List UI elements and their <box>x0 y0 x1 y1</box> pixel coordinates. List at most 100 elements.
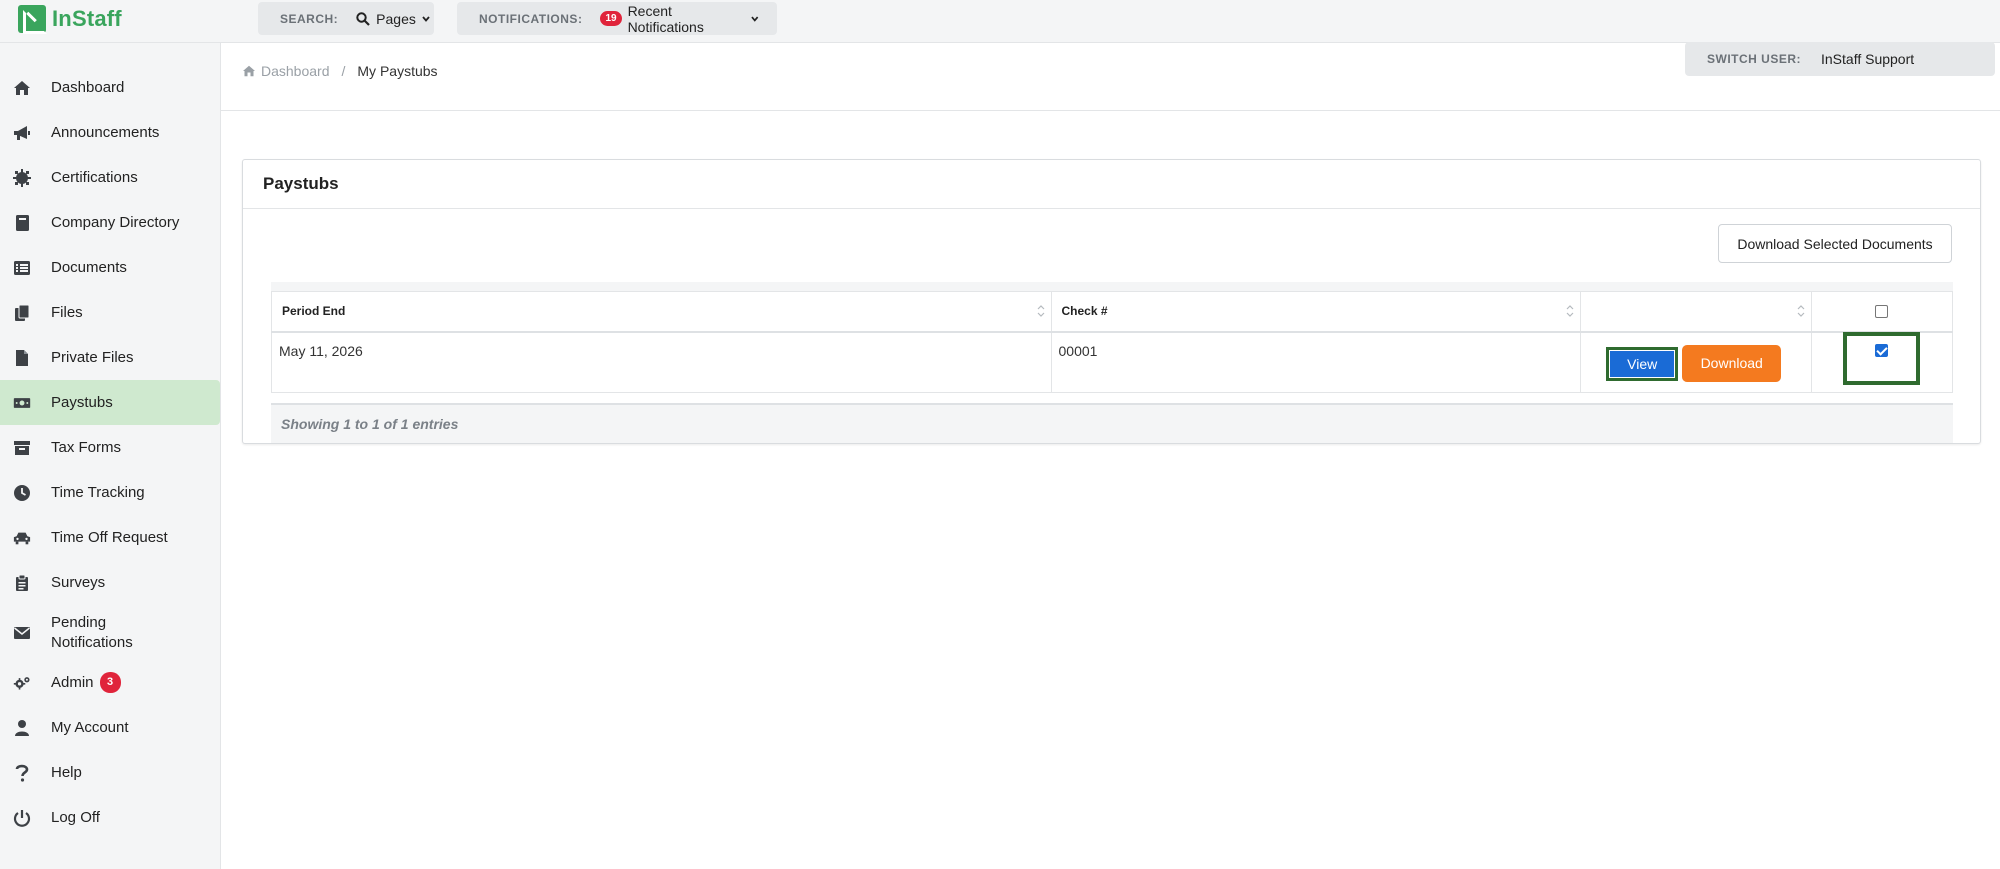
search-label: SEARCH: <box>280 11 339 26</box>
notifications-value: Recent Notifications <box>627 2 704 35</box>
sidebar-item-label: Dashboard <box>51 79 125 96</box>
files-icon <box>13 304 31 322</box>
switch-user-value[interactable]: InStaff Support <box>1821 51 1914 67</box>
sort-icon <box>1797 305 1805 318</box>
power-icon <box>13 809 31 827</box>
sidebar-item-label: Time Tracking <box>51 484 145 501</box>
sidebar-item-label: Pending Notifications <box>51 613 133 651</box>
question-icon <box>13 764 31 782</box>
sidebar-item-label: Tax Forms <box>51 439 122 456</box>
column-header-actions[interactable] <box>1580 291 1813 333</box>
switch-user-label: SWITCH USER: <box>1707 52 1801 66</box>
notifications-dropdown[interactable]: 19 Recent Notifications <box>600 3 765 35</box>
sidebar-item-label: Help <box>51 764 82 781</box>
chevron-down-icon <box>751 16 759 22</box>
breadcrumb-home-label: Dashboard <box>261 63 330 79</box>
sort-icon <box>1037 305 1044 318</box>
sidebar-item-help[interactable]: Help <box>0 750 220 795</box>
column-header-check-number[interactable]: Check # <box>1050 291 1582 333</box>
checkbox-box <box>1875 305 1889 318</box>
car-icon <box>13 529 31 547</box>
sidebar-item-tax-forms[interactable]: Tax Forms <box>0 425 220 470</box>
select-all-checkbox[interactable] <box>1875 305 1889 321</box>
cell-select <box>1811 331 1953 393</box>
sidebar-item-label: Announcements <box>51 124 160 141</box>
user-icon <box>13 719 31 737</box>
search-dropdown[interactable]: Pages <box>356 11 436 27</box>
clock-icon <box>13 484 31 502</box>
paystubs-card: Paystubs Download Selected Documents Per… <box>242 159 1981 444</box>
cell-actions: View Download <box>1580 331 1813 393</box>
sidebar-item-paystubs[interactable]: Paystubs <box>0 380 220 425</box>
clipboard-icon <box>13 574 31 592</box>
breadcrumb-separator: / <box>341 63 346 79</box>
sidebar-item-label: Files <box>51 304 83 321</box>
home-icon <box>13 79 31 97</box>
notifications-pill[interactable]: NOTIFICATIONS: 19 Recent Notifications <box>457 2 777 35</box>
sidebar-item-label: Certifications <box>51 169 138 186</box>
sidebar-item-surveys[interactable]: Surveys <box>0 560 220 605</box>
cell-check-number: 00001 <box>1050 331 1582 393</box>
search-icon <box>356 11 370 26</box>
card-title: Paystubs <box>243 160 1980 209</box>
view-button[interactable]: View <box>1606 346 1679 381</box>
sidebar-item-label: Surveys <box>51 574 106 591</box>
logo-mark-icon <box>18 5 47 34</box>
table-top-band <box>271 282 1953 291</box>
sidebar-item-time-tracking[interactable]: Time Tracking <box>0 470 220 515</box>
admin-count-badge: 3 <box>99 672 121 693</box>
checkbox-box <box>1875 343 1889 357</box>
column-header-period-end[interactable]: Period End <box>271 291 1052 333</box>
column-header-select <box>1811 291 1953 333</box>
sidebar-item-log-off[interactable]: Log Off <box>0 795 220 840</box>
file-icon <box>13 349 31 367</box>
sidebar-item-company-directory[interactable]: Company Directory <box>0 200 220 245</box>
sidebar-item-label: My Account <box>51 719 129 736</box>
app-logo[interactable]: InStaff <box>18 4 122 34</box>
table-header-row: Period End Check # <box>271 291 1953 333</box>
paystubs-table: Period End Check # May 11, 2026 00001 Vi… <box>271 291 1953 393</box>
download-selected-button[interactable]: Download Selected Documents <box>1718 224 1952 263</box>
logo-text: InStaff <box>52 6 122 31</box>
top-bar: InStaff SEARCH: Pages NOTIFICATIONS: 19 … <box>0 0 2000 43</box>
search-value: Pages <box>376 10 416 27</box>
sidebar-item-label: Paystubs <box>51 394 113 411</box>
megaphone-icon <box>13 124 31 142</box>
sidebar-item-pending-notifications[interactable]: Pending Notifications <box>0 605 220 660</box>
content-divider <box>221 110 2000 111</box>
sidebar-item-private-files[interactable]: Private Files <box>0 335 220 380</box>
sidebar-item-files[interactable]: Files <box>0 290 220 335</box>
envelope-icon <box>13 624 31 642</box>
home-icon <box>243 65 255 77</box>
table-row: May 11, 2026 00001 View Download <box>271 331 1953 393</box>
gears-icon <box>13 674 31 692</box>
money-icon <box>13 394 31 412</box>
sidebar-item-label: Private Files <box>51 349 134 366</box>
switch-user-pill[interactable]: SWITCH USER: InStaff Support <box>1685 42 1995 76</box>
sidebar-item-documents[interactable]: Documents <box>0 245 220 290</box>
sidebar-item-label: Company Directory <box>51 214 180 231</box>
row-select-checkbox[interactable] <box>1843 331 1921 385</box>
search-pill[interactable]: SEARCH: Pages <box>258 2 434 35</box>
sidebar-item-label: Documents <box>51 259 127 276</box>
sidebar-item-label: Admin <box>51 674 94 691</box>
sidebar-item-label: Log Off <box>51 809 100 826</box>
sidebar-item-my-account[interactable]: My Account <box>0 705 220 750</box>
sidebar-item-dashboard[interactable]: Dashboard <box>0 65 220 110</box>
breadcrumb: Dashboard / My Paystubs <box>242 63 438 79</box>
chevron-down-icon <box>422 15 430 22</box>
sidebar-item-time-off-request[interactable]: Time Off Request <box>0 515 220 560</box>
sidebar-item-announcements[interactable]: Announcements <box>0 110 220 155</box>
book-icon <box>13 214 31 232</box>
cell-period-end: May 11, 2026 <box>271 331 1052 393</box>
sort-icon <box>1566 305 1574 318</box>
archive-icon <box>13 439 31 457</box>
breadcrumb-home-link[interactable]: Dashboard <box>242 63 330 79</box>
sidebar-item-certifications[interactable]: Certifications <box>0 155 220 200</box>
download-button[interactable]: Download <box>1682 344 1782 382</box>
notifications-count-badge: 19 <box>600 11 622 26</box>
certificate-icon <box>13 168 31 187</box>
sidebar-item-admin[interactable]: Admin 3 <box>0 660 220 705</box>
sidebar: Dashboard Announcements Certifications C… <box>0 43 221 869</box>
table-info: Showing 1 to 1 of 1 entries <box>271 403 1953 443</box>
